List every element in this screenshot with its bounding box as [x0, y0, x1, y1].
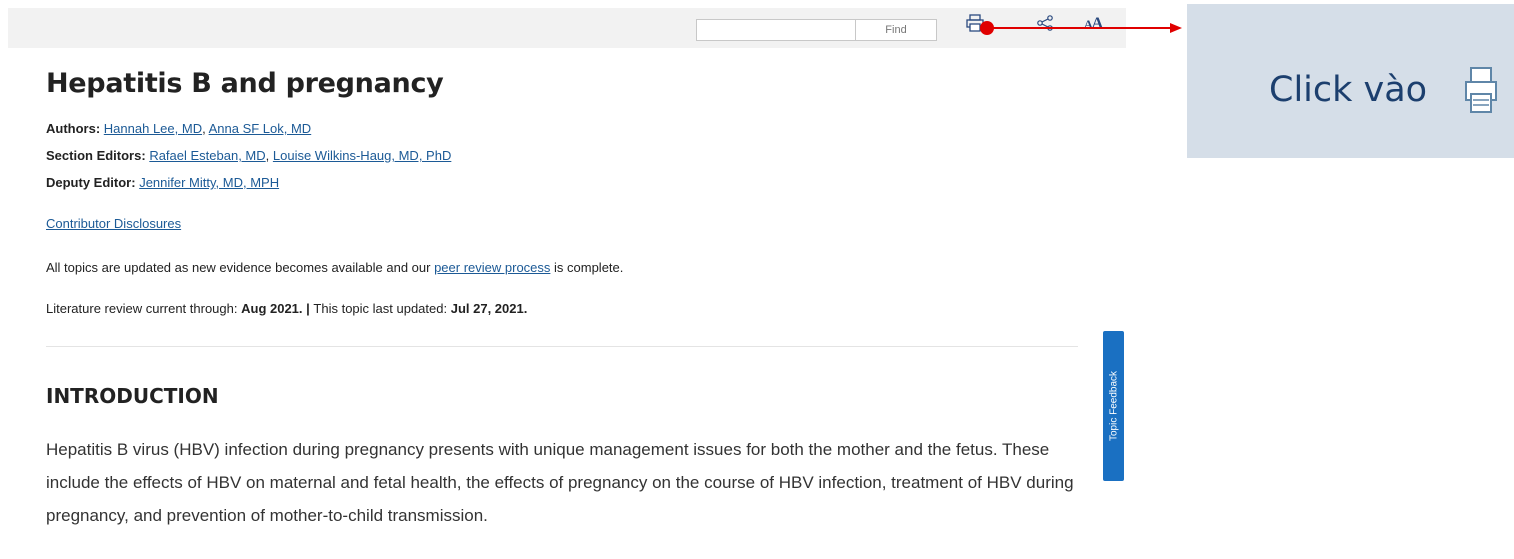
page-title: Hepatitis B and pregnancy [46, 68, 444, 99]
lit-review-date: Aug 2021. [241, 301, 303, 316]
authors-label: Authors: [46, 121, 101, 136]
section-editors-label: Section Editors: [46, 148, 146, 163]
authors-line: Authors: Hannah Lee, MD, Anna SF Lok, MD [46, 121, 312, 136]
font-size-icon[interactable]: AA [1084, 15, 1104, 33]
print-icon [1465, 67, 1497, 113]
lit-review-label: Literature review current through: [46, 301, 242, 316]
deputy-editor-line: Deputy Editor: Jennifer Mitty, MD, MPH [46, 175, 279, 190]
find-button[interactable]: Find [855, 19, 937, 41]
find-box: Find [696, 19, 937, 41]
peer-review-link[interactable]: peer review process [434, 260, 550, 275]
print-icon[interactable] [966, 14, 984, 32]
find-input[interactable] [696, 19, 855, 41]
share-icon[interactable] [1036, 14, 1054, 32]
last-updated-label: This topic last updated: [313, 301, 451, 316]
author-link[interactable]: Hannah Lee, MD [104, 121, 202, 136]
date-separator: | [302, 301, 314, 316]
review-dates: Literature review current through: Aug 2… [46, 301, 527, 316]
contributor-disclosures-link[interactable]: Contributor Disclosures [46, 216, 181, 231]
font-size-small-glyph: A [1084, 17, 1093, 31]
deputy-editor-link[interactable]: Jennifer Mitty, MD, MPH [139, 175, 279, 190]
contributor-disclosures-line: Contributor Disclosures [46, 216, 181, 231]
topic-feedback-button[interactable]: Topic Feedback [1103, 331, 1124, 481]
section-editor-link[interactable]: Louise Wilkins-Haug, MD, PhD [273, 148, 451, 163]
update-notice: All topics are updated as new evidence b… [46, 260, 623, 275]
topic-feedback-label: Topic Feedback [1108, 370, 1119, 442]
update-text: All topics are updated as new evidence b… [46, 260, 435, 275]
toolbar: Find [8, 8, 1126, 48]
intro-paragraph: Hepatitis B virus (HBV) infection during… [46, 440, 1074, 525]
section-editor-link[interactable]: Rafael Esteban, MD [149, 148, 265, 163]
author-link[interactable]: Anna SF Lok, MD [209, 121, 312, 136]
section-editors-line: Section Editors: Rafael Esteban, MD, Lou… [46, 148, 452, 163]
divider [46, 346, 1078, 347]
last-updated-date: Jul 27, 2021. [450, 301, 528, 316]
update-text: is complete. [550, 260, 624, 275]
callout-text: Click vào [1269, 70, 1428, 110]
font-size-large-glyph: A [1091, 15, 1104, 32]
section-heading: INTRODUCTION [46, 384, 219, 408]
deputy-editor-label: Deputy Editor: [46, 175, 136, 190]
